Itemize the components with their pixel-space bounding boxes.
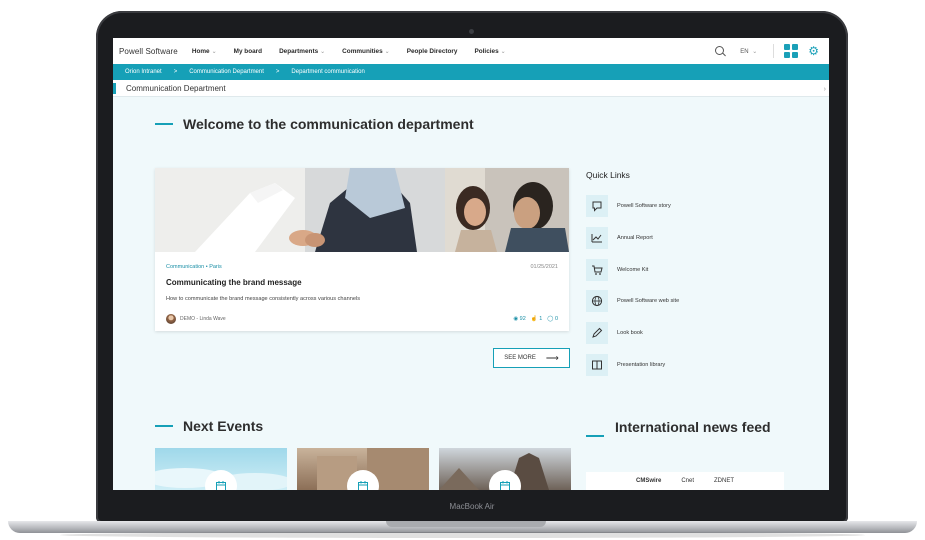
see-more-button[interactable]: SEE MORE ⟶ — [493, 348, 570, 368]
events-heading: Next Events — [155, 418, 263, 434]
pen-icon — [586, 322, 608, 344]
heading-dash — [155, 123, 173, 125]
nav-item-communities[interactable]: Communities ⌄ — [342, 48, 390, 55]
quick-link-label: Look book — [617, 330, 643, 336]
nav-item-departments[interactable]: Departments ⌄ — [279, 48, 325, 55]
author-name: DEMO - Linda Wave — [180, 316, 226, 322]
divider — [773, 44, 775, 58]
laptop-screen: Powell Software Home ⌄ My board Departmen… — [113, 38, 829, 490]
see-more-label: SEE MORE — [504, 355, 536, 361]
laptop-notch — [386, 521, 546, 527]
tab-cnet[interactable]: Cnet — [681, 478, 694, 484]
welcome-title: Welcome to the communication department — [183, 116, 474, 132]
chat-icon — [586, 195, 608, 217]
quick-link-label: Powell Software story — [617, 203, 671, 209]
book-icon — [586, 354, 608, 376]
welcome-heading: Welcome to the communication department — [155, 116, 474, 132]
nav-item-people-directory[interactable]: People Directory — [407, 48, 458, 55]
event-card[interactable] — [155, 448, 287, 490]
eye-icon: ◉ — [513, 316, 519, 322]
news-meta[interactable]: Communication • Paris — [166, 264, 222, 270]
tab-cmswire[interactable]: CMSwire — [636, 478, 661, 484]
comment-icon: ◯ — [547, 316, 554, 322]
laptop-chin: MacBook Air — [96, 497, 848, 523]
news-card[interactable]: Communication • Paris 01/25/2021 Communi… — [155, 168, 569, 331]
quick-link-label: Annual Report — [617, 235, 653, 241]
cart-icon — [586, 259, 608, 281]
brand-logo[interactable]: Powell Software — [119, 47, 178, 56]
quick-link-label: Welcome Kit — [617, 267, 649, 273]
breadcrumb-separator: > — [173, 69, 178, 75]
quick-link-item[interactable]: Powell Software story — [586, 195, 671, 217]
language-selector[interactable]: EN ⌄ — [740, 48, 757, 55]
breadcrumb-item[interactable]: Department communication — [291, 69, 364, 75]
quick-links-title: Quick Links — [586, 170, 630, 180]
breadcrumb: Orion Intranet > Communication Departmen… — [113, 64, 829, 80]
quick-link-item[interactable]: Powell Software web site — [586, 290, 679, 312]
quick-link-label: Powell Software web site — [617, 298, 680, 304]
event-card[interactable] — [297, 448, 429, 490]
quick-link-item[interactable]: Look book — [586, 322, 643, 344]
news-date: 01/25/2021 — [530, 264, 558, 270]
news-feed-tabs: CMSwire Cnet ZDNET — [586, 472, 784, 490]
news-title[interactable]: Communicating the brand message — [166, 278, 302, 287]
nav-item-policies[interactable]: Policies ⌄ — [474, 48, 505, 55]
quick-link-item[interactable]: Welcome Kit — [586, 259, 648, 281]
news-author: DEMO - Linda Wave — [166, 314, 226, 324]
breadcrumb-item[interactable]: Communication Department — [189, 69, 264, 75]
globe-icon — [586, 290, 608, 312]
tab-zdnet[interactable]: ZDNET — [714, 478, 734, 484]
chevron-down-icon: ⌄ — [384, 48, 390, 55]
chevron-down-icon: ⌄ — [500, 48, 506, 55]
intl-news-title: International news feed — [615, 419, 771, 435]
news-image — [155, 168, 569, 252]
heading-dash — [586, 435, 604, 437]
breadcrumb-separator: > — [275, 69, 280, 75]
app-launcher-icon[interactable] — [784, 44, 799, 58]
page-title: Communication Department — [126, 83, 226, 93]
page-header: Communication Department — [113, 80, 829, 97]
gear-icon[interactable]: ⚙ — [808, 44, 819, 58]
quick-link-label: Presentation library — [617, 362, 666, 368]
quick-link-item[interactable]: Presentation library — [586, 354, 665, 376]
search-icon[interactable] — [715, 45, 727, 57]
news-description: How to communicate the brand message con… — [166, 296, 361, 302]
likes-count[interactable]: ☝ 1 — [531, 316, 542, 322]
event-card[interactable] — [439, 448, 571, 490]
top-navigation: Powell Software Home ⌄ My board Departmen… — [113, 38, 829, 64]
breadcrumb-item[interactable]: Orion Intranet — [125, 69, 162, 75]
comments-count[interactable]: ◯ 0 — [547, 316, 558, 322]
nav-item-home[interactable]: Home ⌄ — [192, 48, 217, 55]
model-label: MacBook Air — [449, 502, 495, 511]
heading-dash — [155, 425, 173, 427]
arrow-right-icon: ⟶ — [545, 352, 559, 363]
chevron-down-icon: ⌄ — [320, 48, 326, 55]
nav-item-my-board[interactable]: My board — [234, 48, 262, 55]
camera-dot — [469, 29, 474, 34]
news-stats: ◉ 92 ☝ 1 ◯ 0 — [513, 316, 558, 322]
laptop-shadow — [60, 532, 865, 538]
events-title: Next Events — [183, 418, 264, 434]
avatar — [166, 314, 176, 324]
thumbs-up-icon: ☝ — [530, 316, 538, 322]
views-count: ◉ 92 — [513, 316, 526, 322]
nav-tools: EN ⌄ ⚙ — [715, 38, 819, 64]
quick-link-item[interactable]: Annual Report — [586, 227, 653, 249]
laptop-mockup: Powell Software Home ⌄ My board Departmen… — [0, 0, 925, 540]
chevron-down-icon: ⌄ — [211, 48, 217, 55]
chart-icon — [586, 227, 608, 249]
chevron-right-icon[interactable]: › — [824, 86, 826, 93]
accent-marker — [113, 82, 116, 94]
